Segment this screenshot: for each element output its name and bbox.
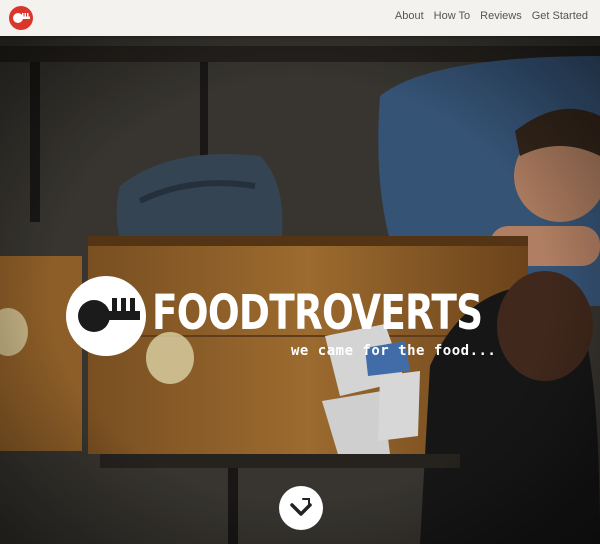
brand-tagline: we came for the food... (291, 343, 497, 359)
nav-link-get-started[interactable]: Get Started (532, 10, 588, 22)
fork-face-logo-icon (13, 13, 30, 23)
top-navigation-bar: About How To Reviews Get Started (0, 0, 600, 36)
brand-name: FOODTROVERTS (152, 285, 483, 341)
brand-logo-mark (66, 276, 146, 356)
hero-section: FOODTROVERTS we came for the food... (0, 36, 600, 544)
brand-lockup: FOODTROVERTS we came for the food... (66, 276, 496, 366)
nav-link-reviews[interactable]: Reviews (480, 10, 522, 22)
nav-link-about[interactable]: About (395, 10, 424, 22)
nav-link-how-to[interactable]: How To (434, 10, 470, 22)
site-logo[interactable] (9, 6, 33, 30)
chevron-down-icon (290, 498, 312, 516)
main-nav: About How To Reviews Get Started (395, 10, 588, 22)
scroll-down-button[interactable] (279, 486, 323, 530)
fork-face-logo-icon (78, 298, 140, 332)
